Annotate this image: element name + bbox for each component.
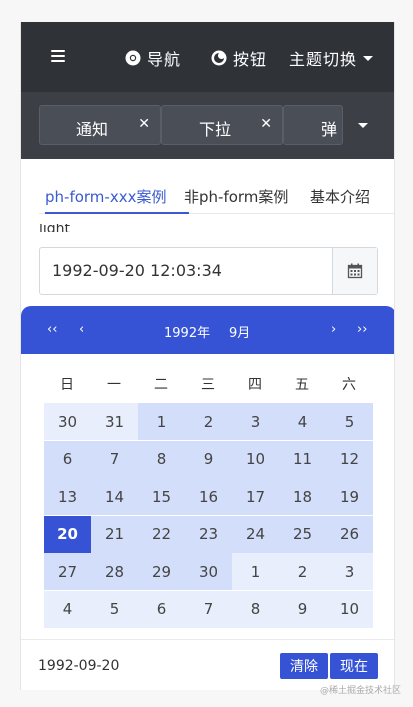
button-label: 按钮 bbox=[233, 50, 268, 69]
day-cell[interactable]: 6 bbox=[44, 440, 91, 478]
calendar-icon bbox=[347, 263, 363, 279]
calendar-toggle-button[interactable] bbox=[332, 248, 377, 294]
day-cell[interactable]: 3 bbox=[326, 553, 373, 590]
day-cell[interactable]: 21 bbox=[91, 515, 138, 553]
tab-label: 下拉 bbox=[199, 120, 232, 139]
day-cell[interactable]: 10 bbox=[326, 590, 373, 628]
year-label[interactable]: 1992年 bbox=[164, 322, 210, 341]
tab-non-ph-form[interactable]: 非ph-form案例 bbox=[184, 186, 288, 207]
nav-label: 导航 bbox=[147, 50, 182, 69]
day-cell[interactable]: 19 bbox=[326, 478, 373, 515]
weekday-label: 日 bbox=[60, 377, 74, 393]
app-frame: 导航 按钮 主题切换 通知 ✕ 下拉 ✕ 弹 ph-form-xxx案例 非ph… bbox=[20, 22, 395, 690]
day-cell[interactable]: 14 bbox=[91, 478, 138, 515]
month-label[interactable]: 9月 bbox=[229, 322, 250, 341]
tab-dropdown[interactable]: 下拉 ✕ bbox=[161, 105, 283, 145]
day-cell[interactable]: 9 bbox=[185, 440, 232, 478]
day-cell[interactable]: 17 bbox=[232, 478, 279, 515]
weekday-label: 二 bbox=[154, 377, 168, 393]
weekday-label: 四 bbox=[248, 377, 262, 393]
day-cell[interactable]: 28 bbox=[91, 553, 138, 590]
day-cell[interactable]: 29 bbox=[138, 553, 185, 590]
day-cell[interactable]: 20 bbox=[44, 515, 91, 553]
day-cell[interactable]: 4 bbox=[44, 590, 91, 628]
close-icon[interactable]: ✕ bbox=[260, 116, 272, 132]
open-tabs-bar: 通知 ✕ 下拉 ✕ 弹 bbox=[21, 92, 394, 159]
tabs-dropdown-caret-icon[interactable] bbox=[358, 123, 368, 128]
weekday-label: 六 bbox=[342, 377, 356, 393]
next-month-button[interactable]: › bbox=[331, 322, 336, 337]
active-tab-underline bbox=[45, 212, 189, 214]
weekday-label: 三 bbox=[201, 377, 215, 393]
caret-down-icon bbox=[363, 55, 374, 61]
content-tabs: ph-form-xxx案例 非ph-form案例 基本介绍 bbox=[39, 184, 394, 214]
datetime-input[interactable]: 1992-09-20 12:03:34 bbox=[39, 247, 378, 295]
day-cell[interactable]: 5 bbox=[326, 403, 373, 440]
day-cell[interactable]: 10 bbox=[232, 440, 279, 478]
tab-basic-intro[interactable]: 基本介绍 bbox=[310, 186, 370, 207]
tab-notice[interactable]: 通知 ✕ bbox=[39, 105, 161, 145]
day-cell[interactable]: 5 bbox=[91, 590, 138, 628]
clear-button[interactable]: 清除 bbox=[280, 653, 328, 679]
day-cell[interactable]: 7 bbox=[185, 590, 232, 628]
day-cell[interactable]: 3 bbox=[232, 403, 279, 440]
theme-switch-dropdown[interactable]: 主题切换 bbox=[289, 46, 374, 70]
day-cell[interactable]: 13 bbox=[44, 478, 91, 515]
day-cell[interactable]: 26 bbox=[326, 515, 373, 553]
day-cell[interactable]: 22 bbox=[138, 515, 185, 553]
day-cell[interactable]: 24 bbox=[232, 515, 279, 553]
top-nav: 导航 按钮 主题切换 bbox=[21, 22, 394, 92]
tab-label: 弹 bbox=[321, 120, 338, 139]
weekday-label: 五 bbox=[295, 377, 309, 393]
day-cell[interactable]: 1 bbox=[138, 403, 185, 440]
tab-label: 通知 bbox=[76, 120, 109, 139]
selected-date-display: 1992-09-20 bbox=[38, 658, 120, 674]
day-cell[interactable]: 30 bbox=[185, 553, 232, 590]
weekday-label: 一 bbox=[107, 377, 121, 393]
next-year-button[interactable]: ›› bbox=[357, 322, 367, 337]
menu-icon[interactable] bbox=[51, 50, 65, 62]
day-cell[interactable]: 6 bbox=[138, 590, 185, 628]
day-cell[interactable]: 30 bbox=[44, 403, 91, 440]
nav-menu-link[interactable]: 导航 bbox=[125, 46, 181, 70]
button-menu-link[interactable]: 按钮 bbox=[211, 46, 267, 70]
day-cell[interactable]: 25 bbox=[279, 515, 326, 553]
day-cell[interactable]: 2 bbox=[185, 403, 232, 440]
date-picker-popup: ‹‹ ‹ 1992年 9月 › ›› 日 一 二 三 四 五 六 30 31 1 2 3… bbox=[21, 306, 394, 690]
day-cell[interactable]: 16 bbox=[185, 478, 232, 515]
prev-month-button[interactable]: ‹ bbox=[79, 322, 84, 337]
datetime-value: 1992-09-20 12:03:34 bbox=[52, 261, 222, 280]
section-label: light bbox=[39, 224, 71, 232]
day-cell[interactable]: 15 bbox=[138, 478, 185, 515]
day-cell[interactable]: 12 bbox=[326, 440, 373, 478]
day-cell[interactable]: 7 bbox=[91, 440, 138, 478]
day-cell[interactable]: 23 bbox=[185, 515, 232, 553]
close-icon[interactable]: ✕ bbox=[138, 116, 150, 132]
prev-year-button[interactable]: ‹‹ bbox=[47, 322, 57, 337]
day-cell[interactable]: 8 bbox=[232, 590, 279, 628]
tab-ph-form-xxx[interactable]: ph-form-xxx案例 bbox=[45, 186, 166, 207]
day-cell[interactable]: 9 bbox=[279, 590, 326, 628]
date-picker-header: ‹‹ ‹ 1992年 9月 › ›› bbox=[21, 306, 394, 354]
day-cell[interactable]: 2 bbox=[279, 553, 326, 590]
tab-popup[interactable]: 弹 bbox=[283, 105, 343, 145]
day-cell[interactable]: 8 bbox=[138, 440, 185, 478]
day-cell[interactable]: 11 bbox=[279, 440, 326, 478]
chrome-icon bbox=[125, 50, 141, 66]
day-cell[interactable]: 1 bbox=[232, 553, 279, 590]
day-cell[interactable]: 31 bbox=[91, 403, 138, 440]
theme-label: 主题切换 bbox=[289, 50, 358, 69]
watermark: @稀土掘金技术社区 bbox=[320, 686, 402, 696]
day-cell[interactable]: 27 bbox=[44, 553, 91, 590]
day-cell[interactable]: 18 bbox=[279, 478, 326, 515]
firefox-icon bbox=[211, 50, 227, 66]
day-cell[interactable]: 4 bbox=[279, 403, 326, 440]
now-button[interactable]: 现在 bbox=[330, 653, 378, 679]
